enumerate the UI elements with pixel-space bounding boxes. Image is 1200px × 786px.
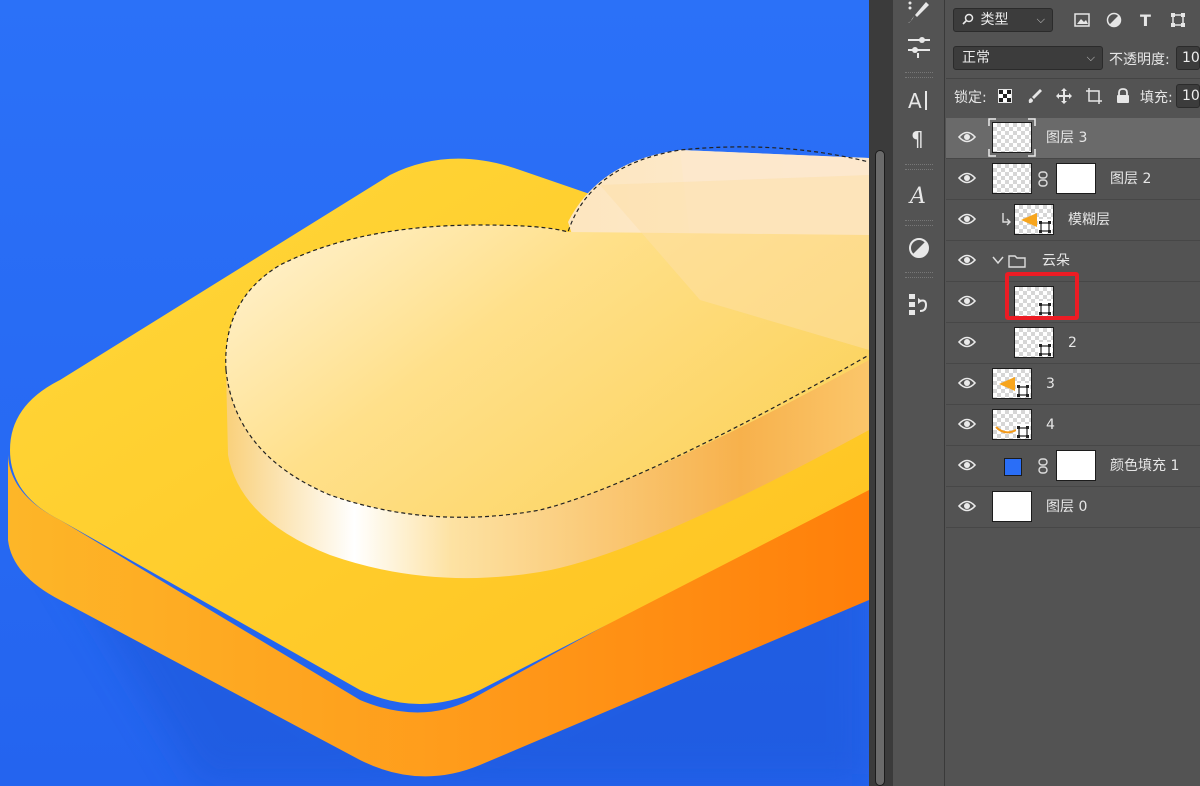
adjustment-filter-icon[interactable]	[1104, 10, 1124, 30]
layer-thumbnail	[992, 409, 1032, 440]
lock-transparent-pixels-icon[interactable]	[995, 86, 1015, 106]
tool-separator	[905, 72, 933, 78]
layer-row[interactable]: 2	[946, 323, 1200, 364]
image-filter-icon[interactable]	[1072, 10, 1092, 30]
search-icon	[962, 9, 976, 31]
color-fill-swatch[interactable]	[1004, 458, 1022, 476]
layer-name: 模糊层	[1068, 212, 1110, 228]
svg-text:T: T	[1140, 12, 1151, 28]
color-panel-icon[interactable]	[901, 230, 937, 266]
clipping-mask-arrow-icon	[1001, 212, 1011, 230]
layer-row[interactable]: 模糊层	[946, 200, 1200, 241]
visibility-eye-icon[interactable]	[958, 417, 976, 431]
tool-separator	[905, 272, 933, 278]
layer-row[interactable]: 图层 0	[946, 487, 1200, 528]
layer-thumbnail	[1014, 204, 1054, 235]
group-expand-chevron-icon[interactable]	[992, 241, 1004, 282]
layer-thumbnail	[992, 368, 1032, 399]
scrollbar-thumb[interactable]	[875, 150, 885, 786]
lock-image-pixels-icon[interactable]	[1025, 86, 1045, 106]
svg-text:A: A	[908, 89, 922, 113]
layer-filter-kind-label: 类型	[980, 12, 1009, 28]
layer-name: 图层 3	[1046, 130, 1088, 146]
visibility-eye-icon[interactable]	[958, 499, 976, 513]
smart-object-icon	[1038, 219, 1052, 233]
visibility-eye-icon[interactable]	[958, 458, 976, 472]
shape-filter-icon[interactable]	[1168, 10, 1188, 30]
canvas-vertical-scrollbar[interactable]	[869, 0, 893, 786]
layer-name: 3	[1046, 376, 1055, 392]
blend-mode-select[interactable]: 正常 ⌵	[953, 46, 1103, 70]
visibility-eye-icon[interactable]	[958, 253, 976, 267]
visibility-eye-icon[interactable]	[958, 335, 976, 349]
panel-tool-strip: A ¶ A	[893, 0, 945, 786]
visibility-eye-icon[interactable]	[958, 212, 976, 226]
character-panel-icon[interactable]: A	[901, 82, 937, 118]
visibility-eye-icon[interactable]	[958, 376, 976, 390]
svg-text:¶: ¶	[911, 127, 924, 151]
svg-text:A: A	[908, 184, 926, 207]
layer-name: 图层 2	[1110, 171, 1152, 187]
artwork	[0, 0, 869, 786]
mask-link-chain-icon[interactable]	[1038, 171, 1048, 191]
mask-link-chain-icon[interactable]	[1038, 458, 1048, 478]
selected-thumbnail-frame-icon	[988, 118, 1036, 157]
layer-filter-kind-select[interactable]: 类型 ⌵	[953, 8, 1053, 32]
fill-label: 填充:	[1140, 90, 1173, 106]
chevron-down-icon: ⌵	[1036, 13, 1045, 26]
visibility-eye-icon[interactable]	[958, 171, 976, 185]
lock-all-icon[interactable]	[1113, 86, 1133, 106]
layer-row[interactable]: 图层 3	[946, 118, 1200, 159]
smart-object-icon	[1016, 424, 1030, 438]
layer-name: 2	[1068, 335, 1077, 351]
layer-row[interactable]: 图层 2	[946, 159, 1200, 200]
document-canvas[interactable]	[0, 0, 869, 786]
opacity-label: 不透明度:	[1109, 52, 1170, 68]
lock-position-icon[interactable]	[1054, 86, 1074, 106]
layer-row[interactable]: 颜色填充 1	[946, 446, 1200, 487]
brush-settings-icon[interactable]	[901, 0, 937, 30]
tool-separator	[905, 164, 933, 170]
layer-name: 4	[1046, 417, 1055, 433]
type-filter-icon[interactable]: T	[1136, 10, 1156, 30]
glyphs-panel-icon[interactable]: A	[901, 176, 937, 212]
lock-label: 锁定:	[954, 90, 987, 106]
panel-divider	[946, 78, 1200, 79]
chevron-down-icon: ⌵	[1086, 51, 1095, 64]
lock-artboard-icon[interactable]	[1084, 86, 1104, 106]
layer-mask-thumbnail[interactable]	[1056, 163, 1096, 194]
layer-row[interactable]: 4	[946, 405, 1200, 446]
history-panel-icon[interactable]	[901, 286, 937, 322]
layers-panel: 类型 ⌵ T 正常 ⌵ 不透明度: 10 锁定: 填充: 10 图层 3 图层 …	[946, 0, 1200, 786]
smart-object-icon	[1016, 383, 1030, 397]
layer-mask-thumbnail[interactable]	[1056, 450, 1096, 481]
opacity-input[interactable]: 10	[1176, 46, 1200, 70]
layer-name: 图层 0	[1046, 499, 1088, 515]
adjustments-sliders-icon[interactable]	[901, 28, 937, 64]
red-highlight-box	[1005, 272, 1079, 320]
layer-name: 颜色填充 1	[1110, 458, 1180, 474]
layer-row[interactable]: 3	[946, 364, 1200, 405]
layer-thumbnail	[1014, 327, 1054, 358]
tool-separator	[905, 220, 933, 226]
blend-mode-value: 正常	[962, 50, 990, 66]
visibility-eye-icon[interactable]	[958, 294, 976, 308]
smart-object-icon	[1038, 342, 1052, 356]
fill-input[interactable]: 10	[1176, 84, 1200, 108]
visibility-eye-icon[interactable]	[958, 130, 976, 144]
layer-thumbnail	[992, 163, 1032, 194]
folder-icon	[1008, 255, 1026, 268]
paragraph-panel-icon[interactable]: ¶	[901, 120, 937, 156]
layer-thumbnail	[992, 491, 1032, 522]
